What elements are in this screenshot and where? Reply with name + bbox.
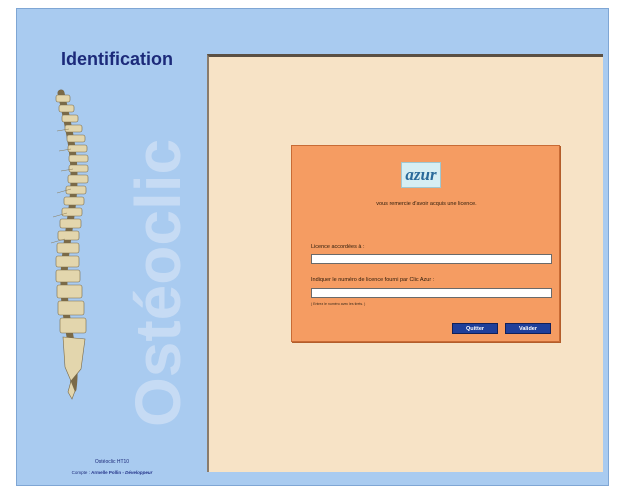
- page-title: Identification: [61, 49, 173, 69]
- logo-text: azur: [405, 165, 437, 184]
- validate-button[interactable]: Valider: [505, 323, 551, 334]
- license-dialog: azur vous remercie d'avoir acquis une li…: [291, 145, 560, 342]
- app-window: Identification Ostéoclic Ostéoclic HT10 …: [16, 8, 609, 486]
- main-panel: azur vous remercie d'avoir acquis une li…: [207, 54, 603, 472]
- credit-role: - Développeur: [122, 470, 153, 475]
- license-holder-label: Licence accordées à :: [311, 244, 365, 250]
- quit-button[interactable]: Quitter: [452, 323, 498, 334]
- license-number-hint: ( Entrez le numéro avec les tirets. ): [311, 302, 366, 306]
- clic-azur-logo: azur: [401, 162, 441, 188]
- spine-illustration: [50, 89, 89, 400]
- credit-author: Armelle Pollin: [91, 470, 122, 475]
- license-holder-input[interactable]: [311, 254, 552, 264]
- footer-credit: Compte : Armelle Pollin - Développeur: [37, 470, 187, 475]
- license-number-input[interactable]: [311, 288, 552, 298]
- app-watermark: Ostéoclic: [122, 138, 194, 427]
- thanks-message: vous remercie d'avoir acquis une licence…: [376, 201, 477, 207]
- credit-prefix: Compte :: [71, 470, 90, 475]
- license-number-label: Indiquer le numéro de licence fourni par…: [311, 277, 435, 283]
- footer-app-name: Ostéoclic HT10: [94, 459, 130, 465]
